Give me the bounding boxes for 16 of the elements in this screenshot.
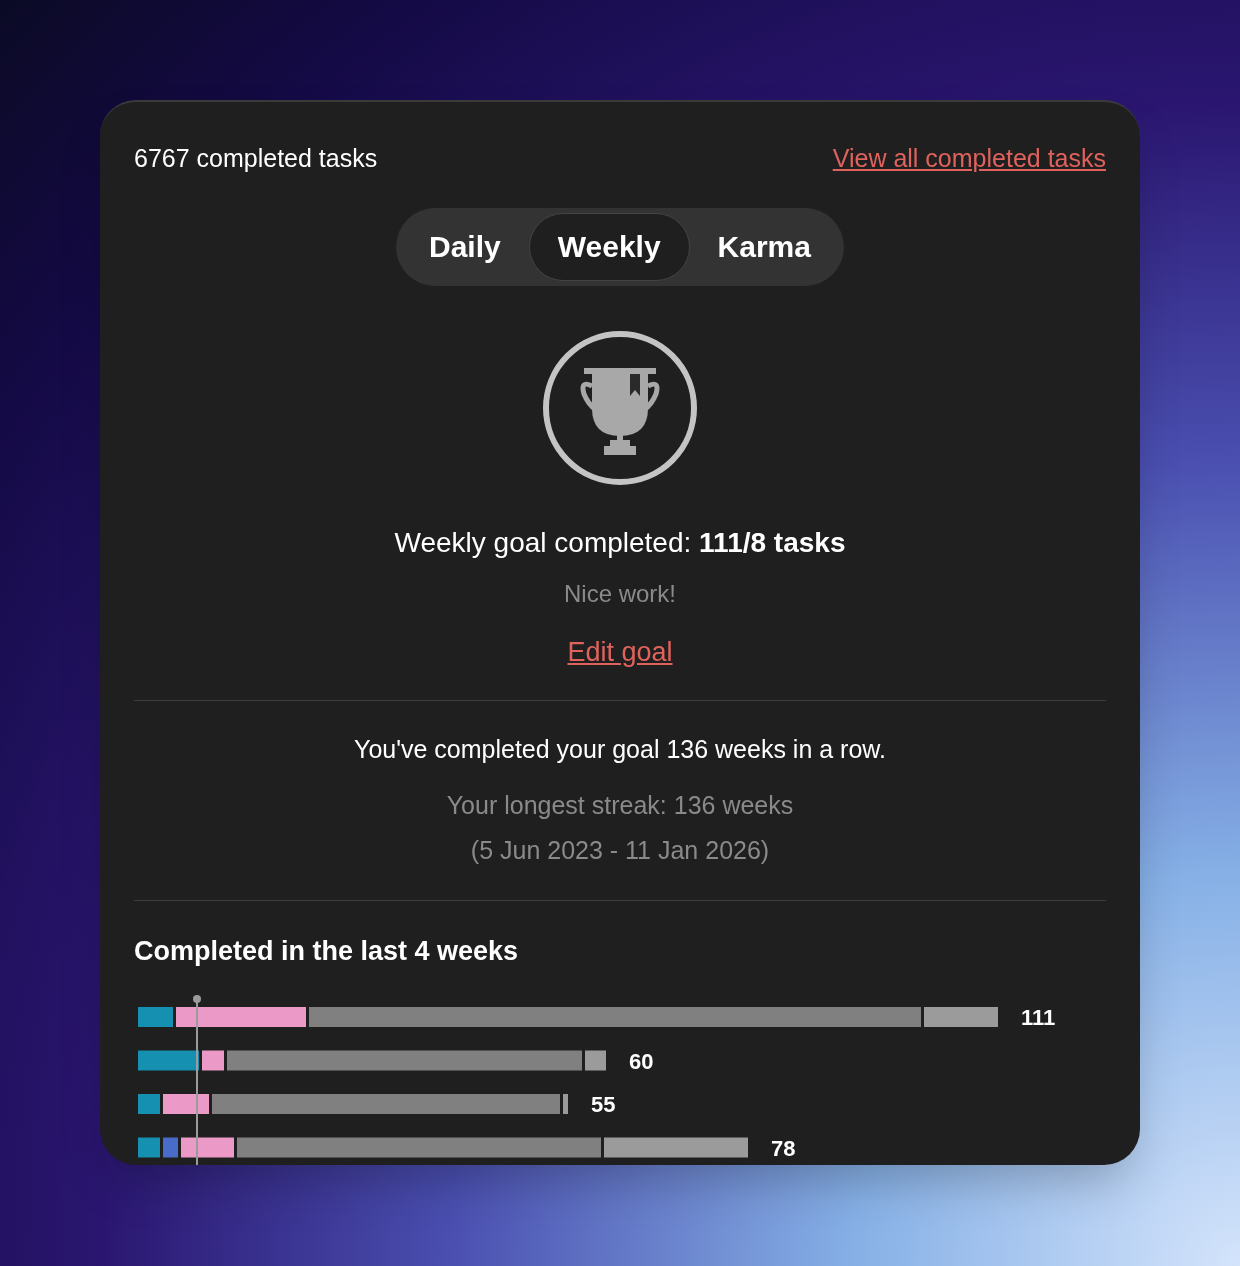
bar-total-label: 111 [1021, 1005, 1056, 1030]
tab[interactable]: Weekly [528, 212, 690, 281]
view-all-link[interactable]: View all completed tasks [832, 140, 1106, 178]
edit-goal-link[interactable]: Edit goal [567, 631, 673, 672]
bar-total-label: 60 [629, 1048, 654, 1074]
longest-streak-text: Your longest streak: 136 weeks [446, 789, 794, 821]
goal-status: Weekly goal completed: 111/8 tasks [394, 525, 846, 560]
streak-date-range: (5 Jun 2023 - 11 Jan 2026) [470, 835, 770, 866]
tab[interactable]: Daily [401, 212, 529, 281]
bar-total-label: 78 [771, 1135, 796, 1161]
tab[interactable]: Karma [689, 212, 839, 281]
bar-total-label: 55 [591, 1092, 616, 1117]
streak-text: You've completed your goal 136 weeks in a row. [354, 734, 886, 765]
goal-message: Nice work! [564, 578, 676, 609]
completed-count: 6767 completed tasks [134, 143, 378, 174]
section-title: Completed in the last 4 weeks [134, 934, 520, 968]
